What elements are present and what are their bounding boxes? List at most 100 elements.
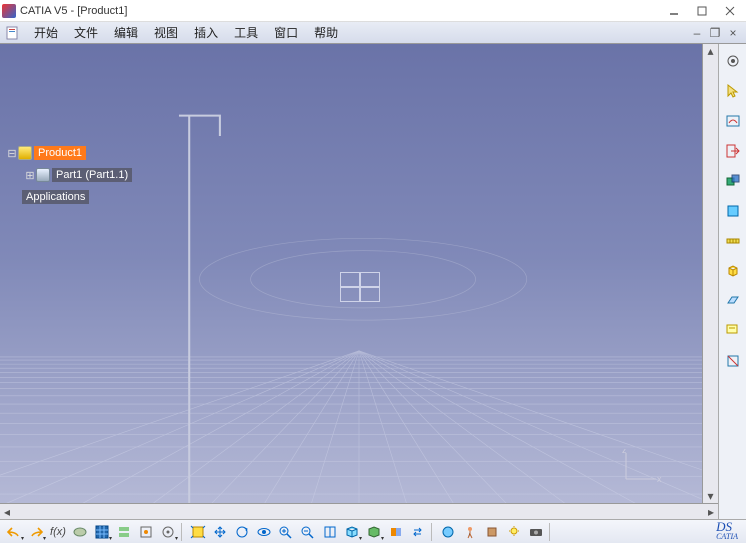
- render-mode-button[interactable]: ▾: [364, 522, 384, 542]
- tree-label-product: Product1: [34, 146, 86, 160]
- arrow-cursor-icon: [725, 83, 741, 99]
- grid-button[interactable]: ▾: [92, 522, 112, 542]
- manipulate-icon: [139, 525, 153, 539]
- tree-node-part[interactable]: ⊞ Part1 (Part1.1): [6, 166, 132, 184]
- walk-icon: [462, 525, 478, 539]
- manipulate-button[interactable]: [136, 522, 156, 542]
- clash-button[interactable]: [722, 170, 744, 192]
- undo-button[interactable]: ▾: [4, 522, 24, 542]
- document-icon[interactable]: [4, 25, 20, 41]
- tree-label-part: Part1 (Part1.1): [52, 168, 132, 182]
- settings-button[interactable]: [722, 50, 744, 72]
- part-icon: [36, 168, 50, 182]
- minimize-button[interactable]: [660, 1, 688, 21]
- swap-icon: [410, 525, 426, 539]
- viewport-3d[interactable]: x z ⊟ Product1 ⊞ Part1 (Part1.1) Applica…: [0, 44, 718, 519]
- close-button[interactable]: [716, 1, 744, 21]
- tree-node-applications[interactable]: Applications: [6, 188, 132, 206]
- pan-icon: [212, 525, 228, 539]
- look-at-button[interactable]: [254, 522, 274, 542]
- rotate-button[interactable]: [232, 522, 252, 542]
- page-icon: [5, 26, 19, 40]
- annotate-icon: [725, 323, 741, 339]
- normal-view-button[interactable]: [320, 522, 340, 542]
- redo-button[interactable]: ▾: [26, 522, 46, 542]
- cube-button[interactable]: [722, 260, 744, 282]
- fly-button[interactable]: [438, 522, 458, 542]
- script-button[interactable]: [70, 522, 90, 542]
- multi-view-button[interactable]: ▾: [342, 522, 362, 542]
- camera-button[interactable]: [526, 522, 546, 542]
- close-icon: [725, 6, 735, 16]
- minimize-icon: [669, 6, 679, 16]
- product-icon: [18, 146, 32, 160]
- maximize-icon: [697, 6, 707, 16]
- define-icon: [725, 203, 741, 219]
- sketch-button[interactable]: [722, 110, 744, 132]
- toolbar-separator: [181, 523, 185, 541]
- viewport-horizontal-scrollbar[interactable]: ◂ ▸: [0, 503, 718, 519]
- logo-ds: DS: [716, 522, 738, 532]
- exit-icon: [725, 143, 741, 159]
- annotate-button[interactable]: [722, 320, 744, 342]
- right-toolbar: [718, 44, 746, 519]
- measure-button[interactable]: [722, 230, 744, 252]
- lighting-icon: [506, 525, 522, 539]
- toolbar-separator: [549, 523, 553, 541]
- sketch-icon: [725, 113, 741, 129]
- menu-bar: 开始 文件 编辑 视图 插入 工具 窗口 帮助 – ❐ ×: [0, 22, 746, 44]
- toolbar-separator: [431, 523, 435, 541]
- menu-start[interactable]: 开始: [26, 24, 66, 41]
- hide-show-button[interactable]: [386, 522, 406, 542]
- zoom-out-button[interactable]: [298, 522, 318, 542]
- zoom-in-button[interactable]: [276, 522, 296, 542]
- align-button[interactable]: [114, 522, 134, 542]
- app-icon: [2, 4, 16, 18]
- turn-head-button[interactable]: [482, 522, 502, 542]
- menu-insert[interactable]: 插入: [186, 24, 226, 41]
- render-icon: [366, 525, 382, 539]
- menu-help[interactable]: 帮助: [306, 24, 346, 41]
- scroll-left-icon[interactable]: ◂: [0, 505, 14, 519]
- mdi-restore-button[interactable]: ❐: [706, 26, 724, 40]
- define-button[interactable]: [722, 200, 744, 222]
- formula-icon: f(x): [50, 526, 66, 538]
- cube-icon: [725, 263, 741, 279]
- align-icon: [117, 525, 131, 539]
- swap-button[interactable]: [408, 522, 428, 542]
- tree-node-product[interactable]: ⊟ Product1: [6, 144, 132, 162]
- expand-icon[interactable]: ⊞: [24, 169, 36, 182]
- lighting-button[interactable]: [504, 522, 524, 542]
- pan-button[interactable]: [210, 522, 230, 542]
- select-button[interactable]: [722, 80, 744, 102]
- axis-x-label: x: [657, 474, 662, 484]
- maximize-button[interactable]: [688, 1, 716, 21]
- scroll-right-icon[interactable]: ▸: [704, 505, 718, 519]
- normal-view-icon: [322, 525, 338, 539]
- snap-button[interactable]: ▾: [158, 522, 178, 542]
- formula-button[interactable]: f(x): [48, 522, 68, 542]
- gear-icon: [725, 53, 741, 69]
- walk-button[interactable]: [460, 522, 480, 542]
- menu-tools[interactable]: 工具: [226, 24, 266, 41]
- menu-edit[interactable]: 编辑: [106, 24, 146, 41]
- hide-show-icon: [388, 525, 404, 539]
- menu-view[interactable]: 视图: [146, 24, 186, 41]
- axis-triad[interactable]: x z: [620, 449, 662, 485]
- menu-file[interactable]: 文件: [66, 24, 106, 41]
- fit-all-button[interactable]: [188, 522, 208, 542]
- menu-window[interactable]: 窗口: [266, 24, 306, 41]
- section-button[interactable]: [722, 350, 744, 372]
- viewport-vertical-scrollbar[interactable]: ▴ ▾: [702, 44, 718, 503]
- xy-plane-indicator[interactable]: [340, 272, 380, 302]
- expand-icon[interactable]: ⊟: [6, 147, 18, 160]
- plane-button[interactable]: [722, 290, 744, 312]
- mdi-close-button[interactable]: ×: [724, 26, 742, 40]
- scroll-up-icon[interactable]: ▴: [703, 44, 718, 58]
- scroll-down-icon[interactable]: ▾: [703, 489, 718, 503]
- mdi-minimize-button[interactable]: –: [688, 26, 706, 40]
- fit-all-icon: [190, 525, 206, 539]
- snap-icon: [161, 525, 175, 539]
- catia-logo: DS CATIA: [716, 522, 742, 541]
- exit-workbench-button[interactable]: [722, 140, 744, 162]
